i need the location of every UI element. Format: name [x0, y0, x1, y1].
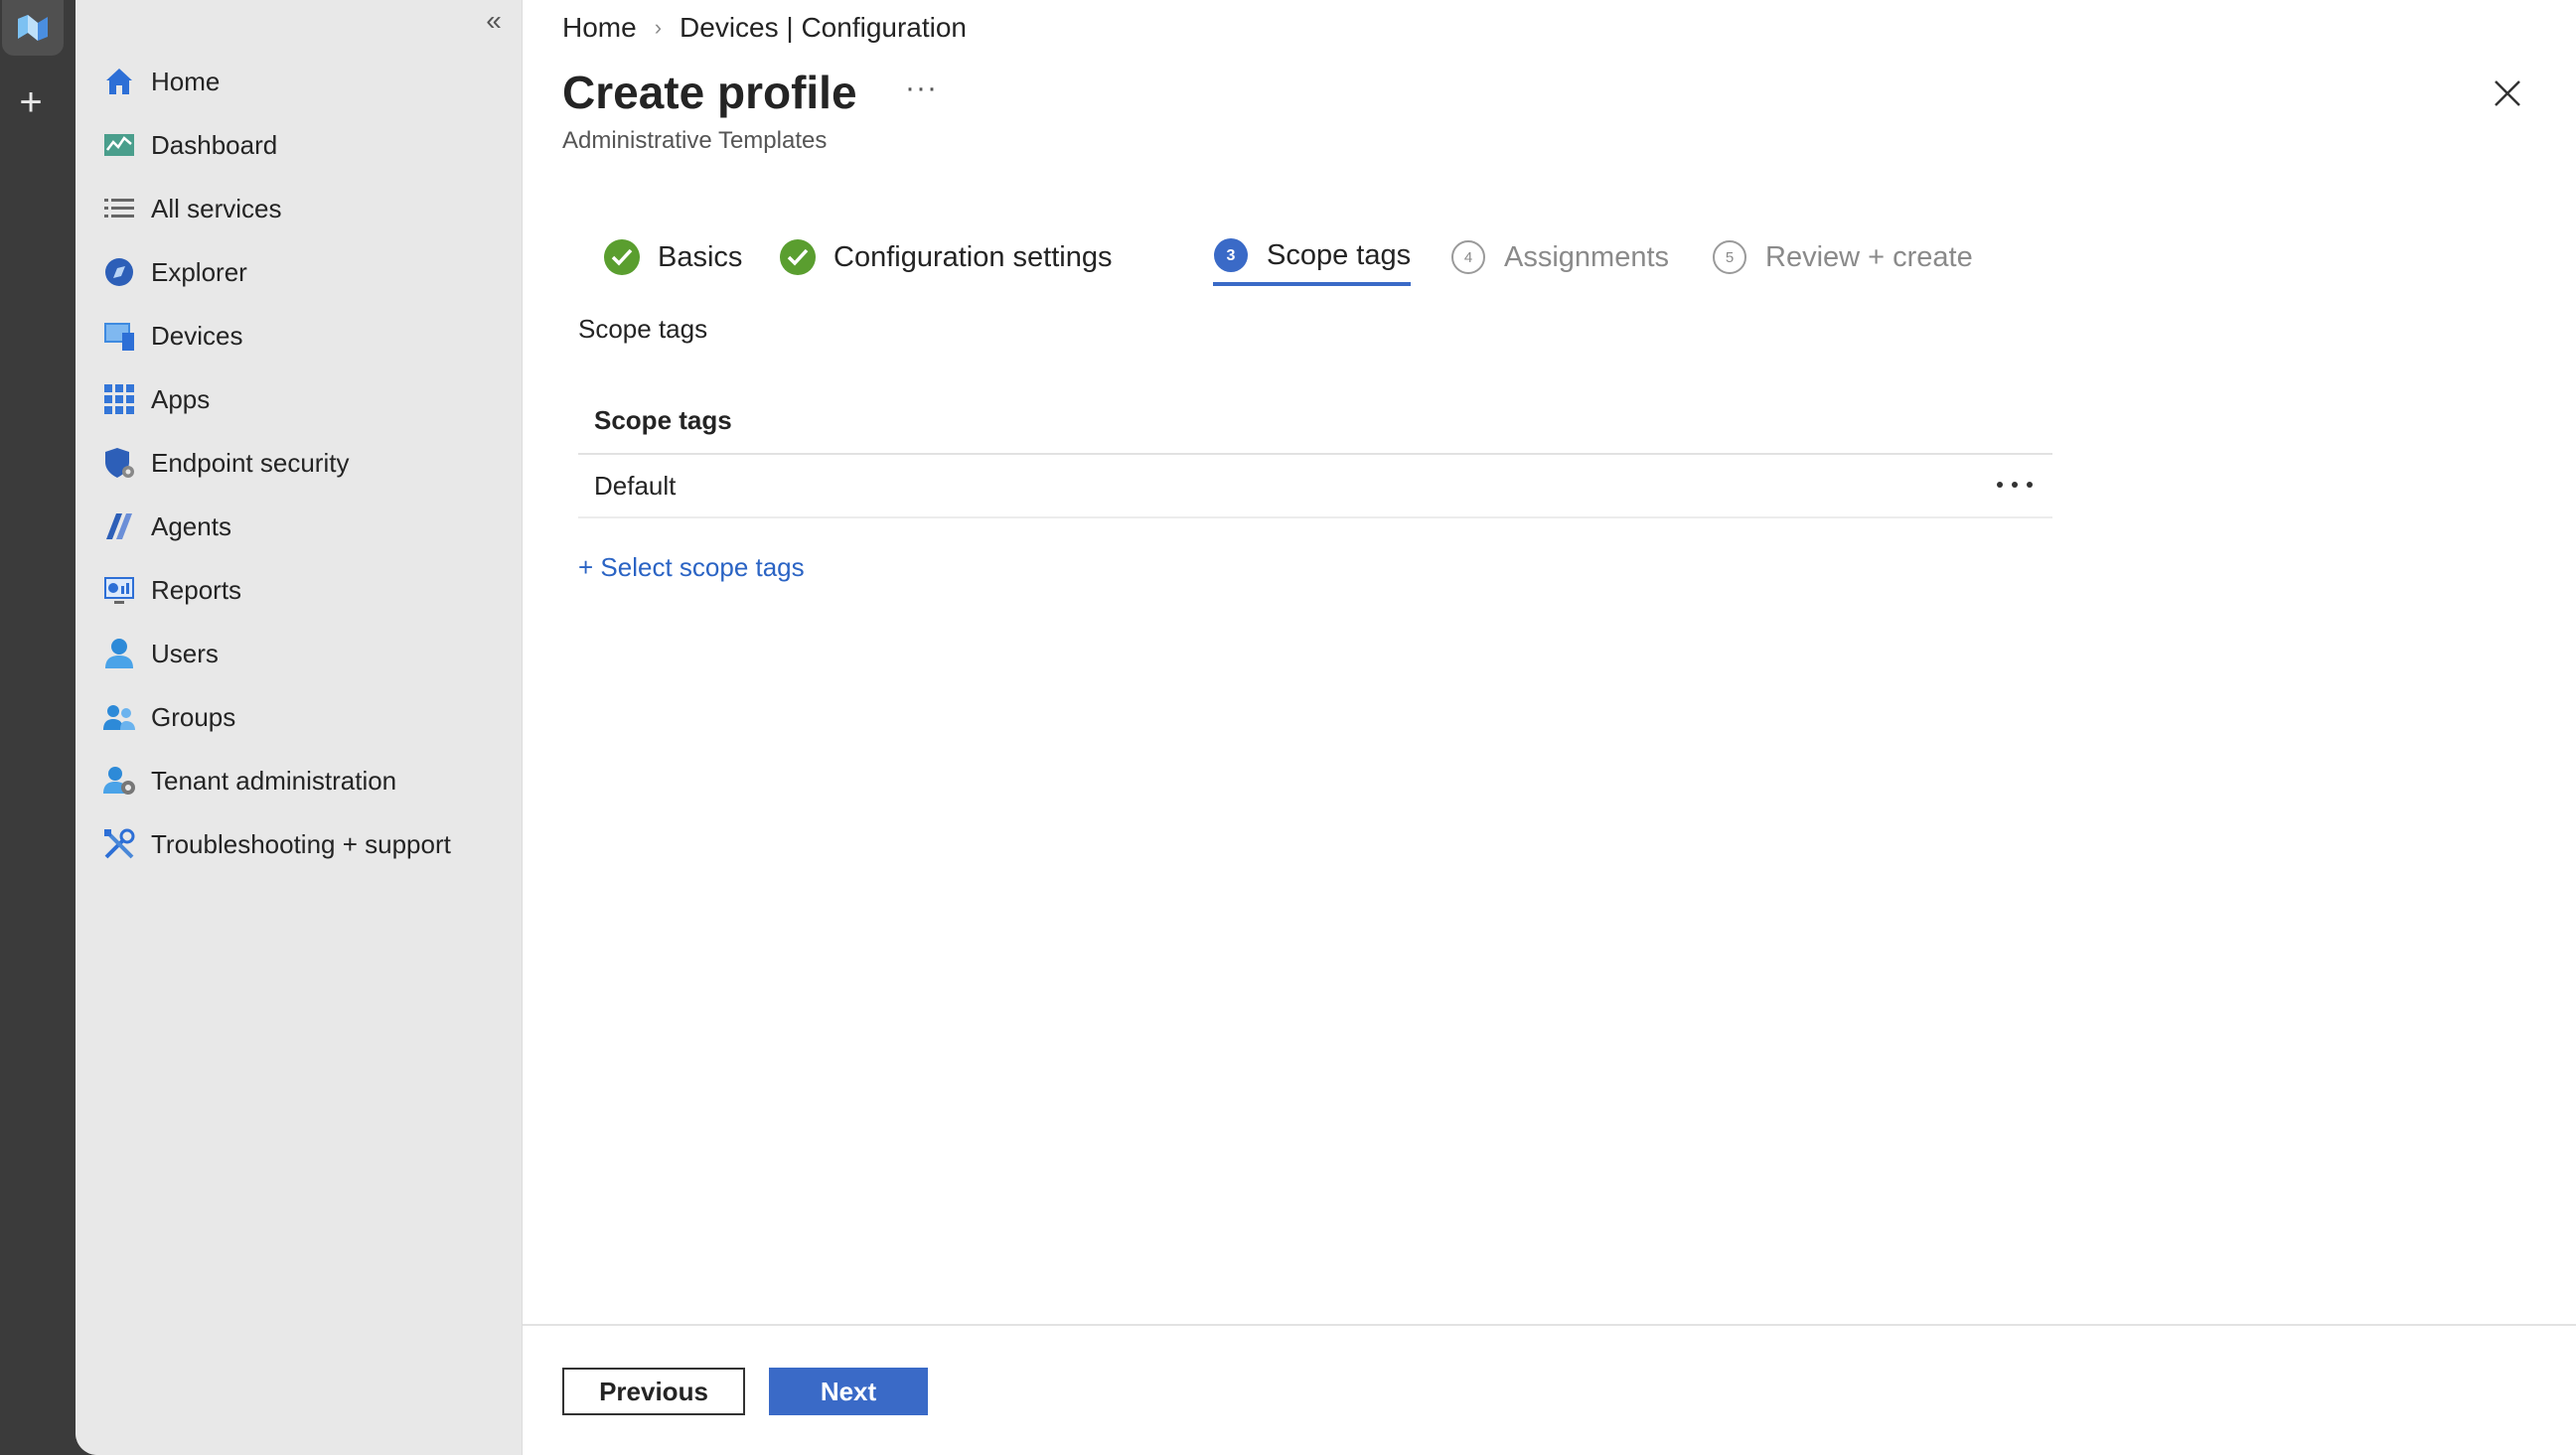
step-number-icon: 4: [1450, 239, 1486, 275]
sidebar-item-label: Users: [151, 638, 219, 668]
sidebar-item-troubleshooting[interactable]: Troubleshooting + support: [101, 812, 451, 876]
sidebar-item-label: Reports: [151, 574, 242, 605]
page-title: Create profile: [562, 67, 857, 118]
reports-icon: [101, 572, 137, 608]
sidebar-item-label: Groups: [151, 701, 236, 732]
next-button[interactable]: Next: [769, 1368, 928, 1415]
step-number-icon: 5: [1712, 239, 1747, 275]
breadcrumb-home[interactable]: Home: [562, 12, 637, 44]
app-rail: +: [0, 0, 76, 1455]
sidebar-item-users[interactable]: Users: [101, 622, 451, 685]
select-scope-tags-link[interactable]: + Select scope tags: [578, 552, 805, 583]
section-label: Scope tags: [578, 314, 708, 344]
chevron-right-icon: ›: [654, 15, 663, 40]
sidebar-item-endpoint-security[interactable]: Endpoint security: [101, 431, 451, 495]
step-number-icon: 3: [1213, 237, 1249, 273]
step-label: Review + create: [1765, 240, 1973, 273]
sidebar-item-all-services[interactable]: All services: [101, 177, 451, 240]
app-logo[interactable]: [2, 0, 64, 56]
close-icon[interactable]: [2490, 75, 2525, 111]
sidebar-item-apps[interactable]: Apps: [101, 367, 451, 431]
step-label: Assignments: [1504, 240, 1670, 273]
dashboard-icon: [101, 127, 137, 163]
table-row: Default: [578, 455, 2052, 518]
sidebar-item-dashboard[interactable]: Dashboard: [101, 113, 451, 177]
column-header-scope-tags: Scope tags: [594, 404, 732, 435]
check-circle-icon: [604, 239, 640, 275]
sidebar-nav: Home Dashboard All services Explorer Dev…: [101, 50, 451, 876]
apps-grid-icon: [101, 381, 137, 417]
sidebar-item-label: Tenant administration: [151, 765, 397, 796]
app-window: « Home Dashboard All services Explorer D…: [76, 0, 2576, 1455]
footer: Previous Next: [523, 1324, 2576, 1455]
sidebar-item-label: Explorer: [151, 256, 247, 287]
sidebar-item-groups[interactable]: Groups: [101, 685, 451, 749]
sidebar-item-home[interactable]: Home: [101, 50, 451, 113]
svg-text:3: 3: [1227, 247, 1236, 264]
groups-icon: [101, 699, 137, 735]
step-label: Configuration settings: [833, 240, 1113, 273]
table-header: Scope tags: [578, 387, 2052, 455]
tools-icon: [101, 826, 137, 862]
sidebar-item-label: Endpoint security: [151, 447, 350, 478]
explorer-icon: [101, 254, 137, 290]
svg-text:4: 4: [1464, 249, 1472, 266]
tab-basics[interactable]: Basics: [604, 228, 742, 286]
previous-button[interactable]: Previous: [562, 1368, 745, 1415]
check-circle-icon: [780, 239, 816, 275]
user-icon: [101, 636, 137, 671]
sidebar: « Home Dashboard All services Explorer D…: [76, 0, 523, 1455]
tab-configuration-settings[interactable]: Configuration settings: [780, 228, 1113, 286]
step-label: Scope tags: [1267, 238, 1412, 271]
sidebar-item-label: Home: [151, 66, 221, 96]
home-icon: [101, 64, 137, 99]
scope-tags-table: Scope tags Default: [578, 387, 2052, 518]
shield-gear-icon: [101, 445, 137, 481]
devices-icon: [101, 318, 137, 354]
more-options-icon[interactable]: ···: [905, 72, 938, 105]
sidebar-item-label: Agents: [151, 510, 231, 541]
sidebar-item-label: Dashboard: [151, 129, 278, 160]
main-content: Home › Devices | Configuration Create pr…: [523, 0, 2576, 1455]
sidebar-item-label: Devices: [151, 320, 243, 351]
breadcrumb: Home › Devices | Configuration: [562, 12, 967, 44]
tab-assignments[interactable]: 4 Assignments: [1450, 228, 1669, 286]
sidebar-item-label: All services: [151, 193, 282, 223]
list-icon: [101, 191, 137, 226]
collapse-sidebar-icon[interactable]: «: [479, 6, 509, 36]
step-label: Basics: [658, 240, 743, 273]
page-subtitle: Administrative Templates: [562, 127, 828, 154]
tab-review-create[interactable]: 5 Review + create: [1712, 228, 1973, 286]
add-icon[interactable]: +: [14, 82, 48, 122]
sidebar-item-label: Troubleshooting + support: [151, 828, 451, 859]
tab-scope-tags[interactable]: 3 Scope tags: [1213, 228, 1412, 286]
tenant-admin-icon: [101, 763, 137, 799]
row-more-options-icon[interactable]: [1993, 469, 2037, 501]
sidebar-item-tenant-administration[interactable]: Tenant administration: [101, 749, 451, 812]
sidebar-item-devices[interactable]: Devices: [101, 304, 451, 367]
intune-logo-icon: [18, 15, 48, 41]
table-cell: Default: [594, 470, 677, 501]
breadcrumb-devices-configuration[interactable]: Devices | Configuration: [680, 12, 967, 44]
sidebar-item-reports[interactable]: Reports: [101, 558, 451, 622]
sidebar-item-explorer[interactable]: Explorer: [101, 240, 451, 304]
sidebar-item-label: Apps: [151, 383, 211, 414]
sidebar-item-agents[interactable]: Agents: [101, 495, 451, 558]
agents-icon: [101, 509, 137, 544]
svg-text:5: 5: [1726, 249, 1734, 266]
